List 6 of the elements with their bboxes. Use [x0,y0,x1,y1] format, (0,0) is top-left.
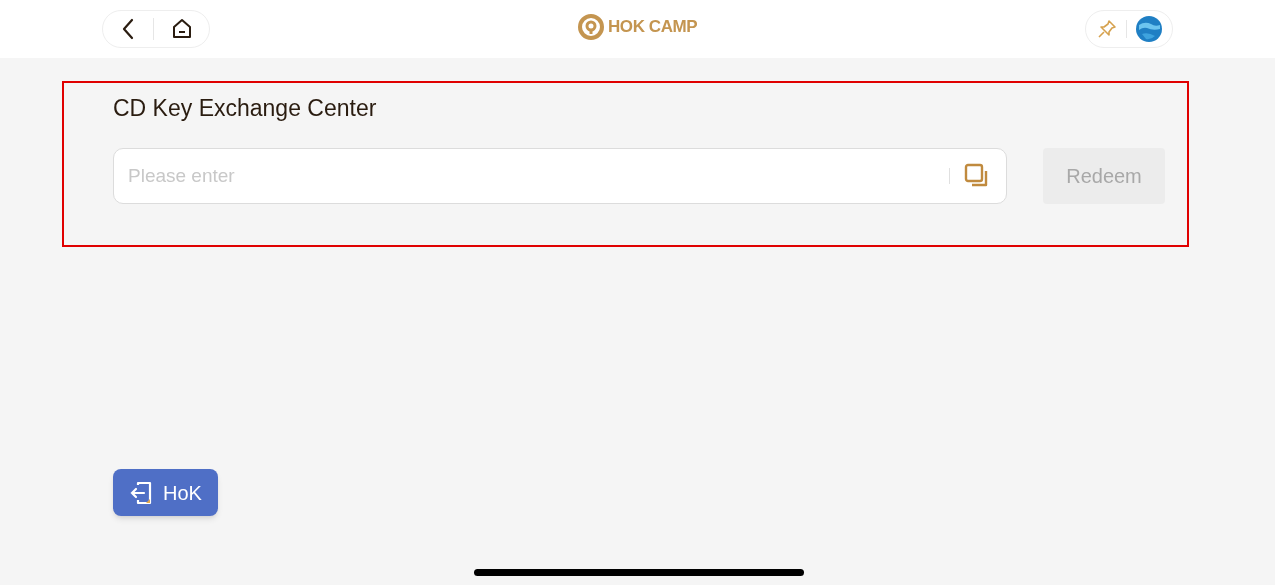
paste-icon[interactable] [964,163,990,189]
hok-button[interactable]: HoK [113,469,218,516]
logo-text: HOK CAMP [608,16,698,39]
section-title: CD Key Exchange Center [113,94,378,122]
logo-icon [576,12,606,42]
globe-icon[interactable] [1134,15,1163,43]
